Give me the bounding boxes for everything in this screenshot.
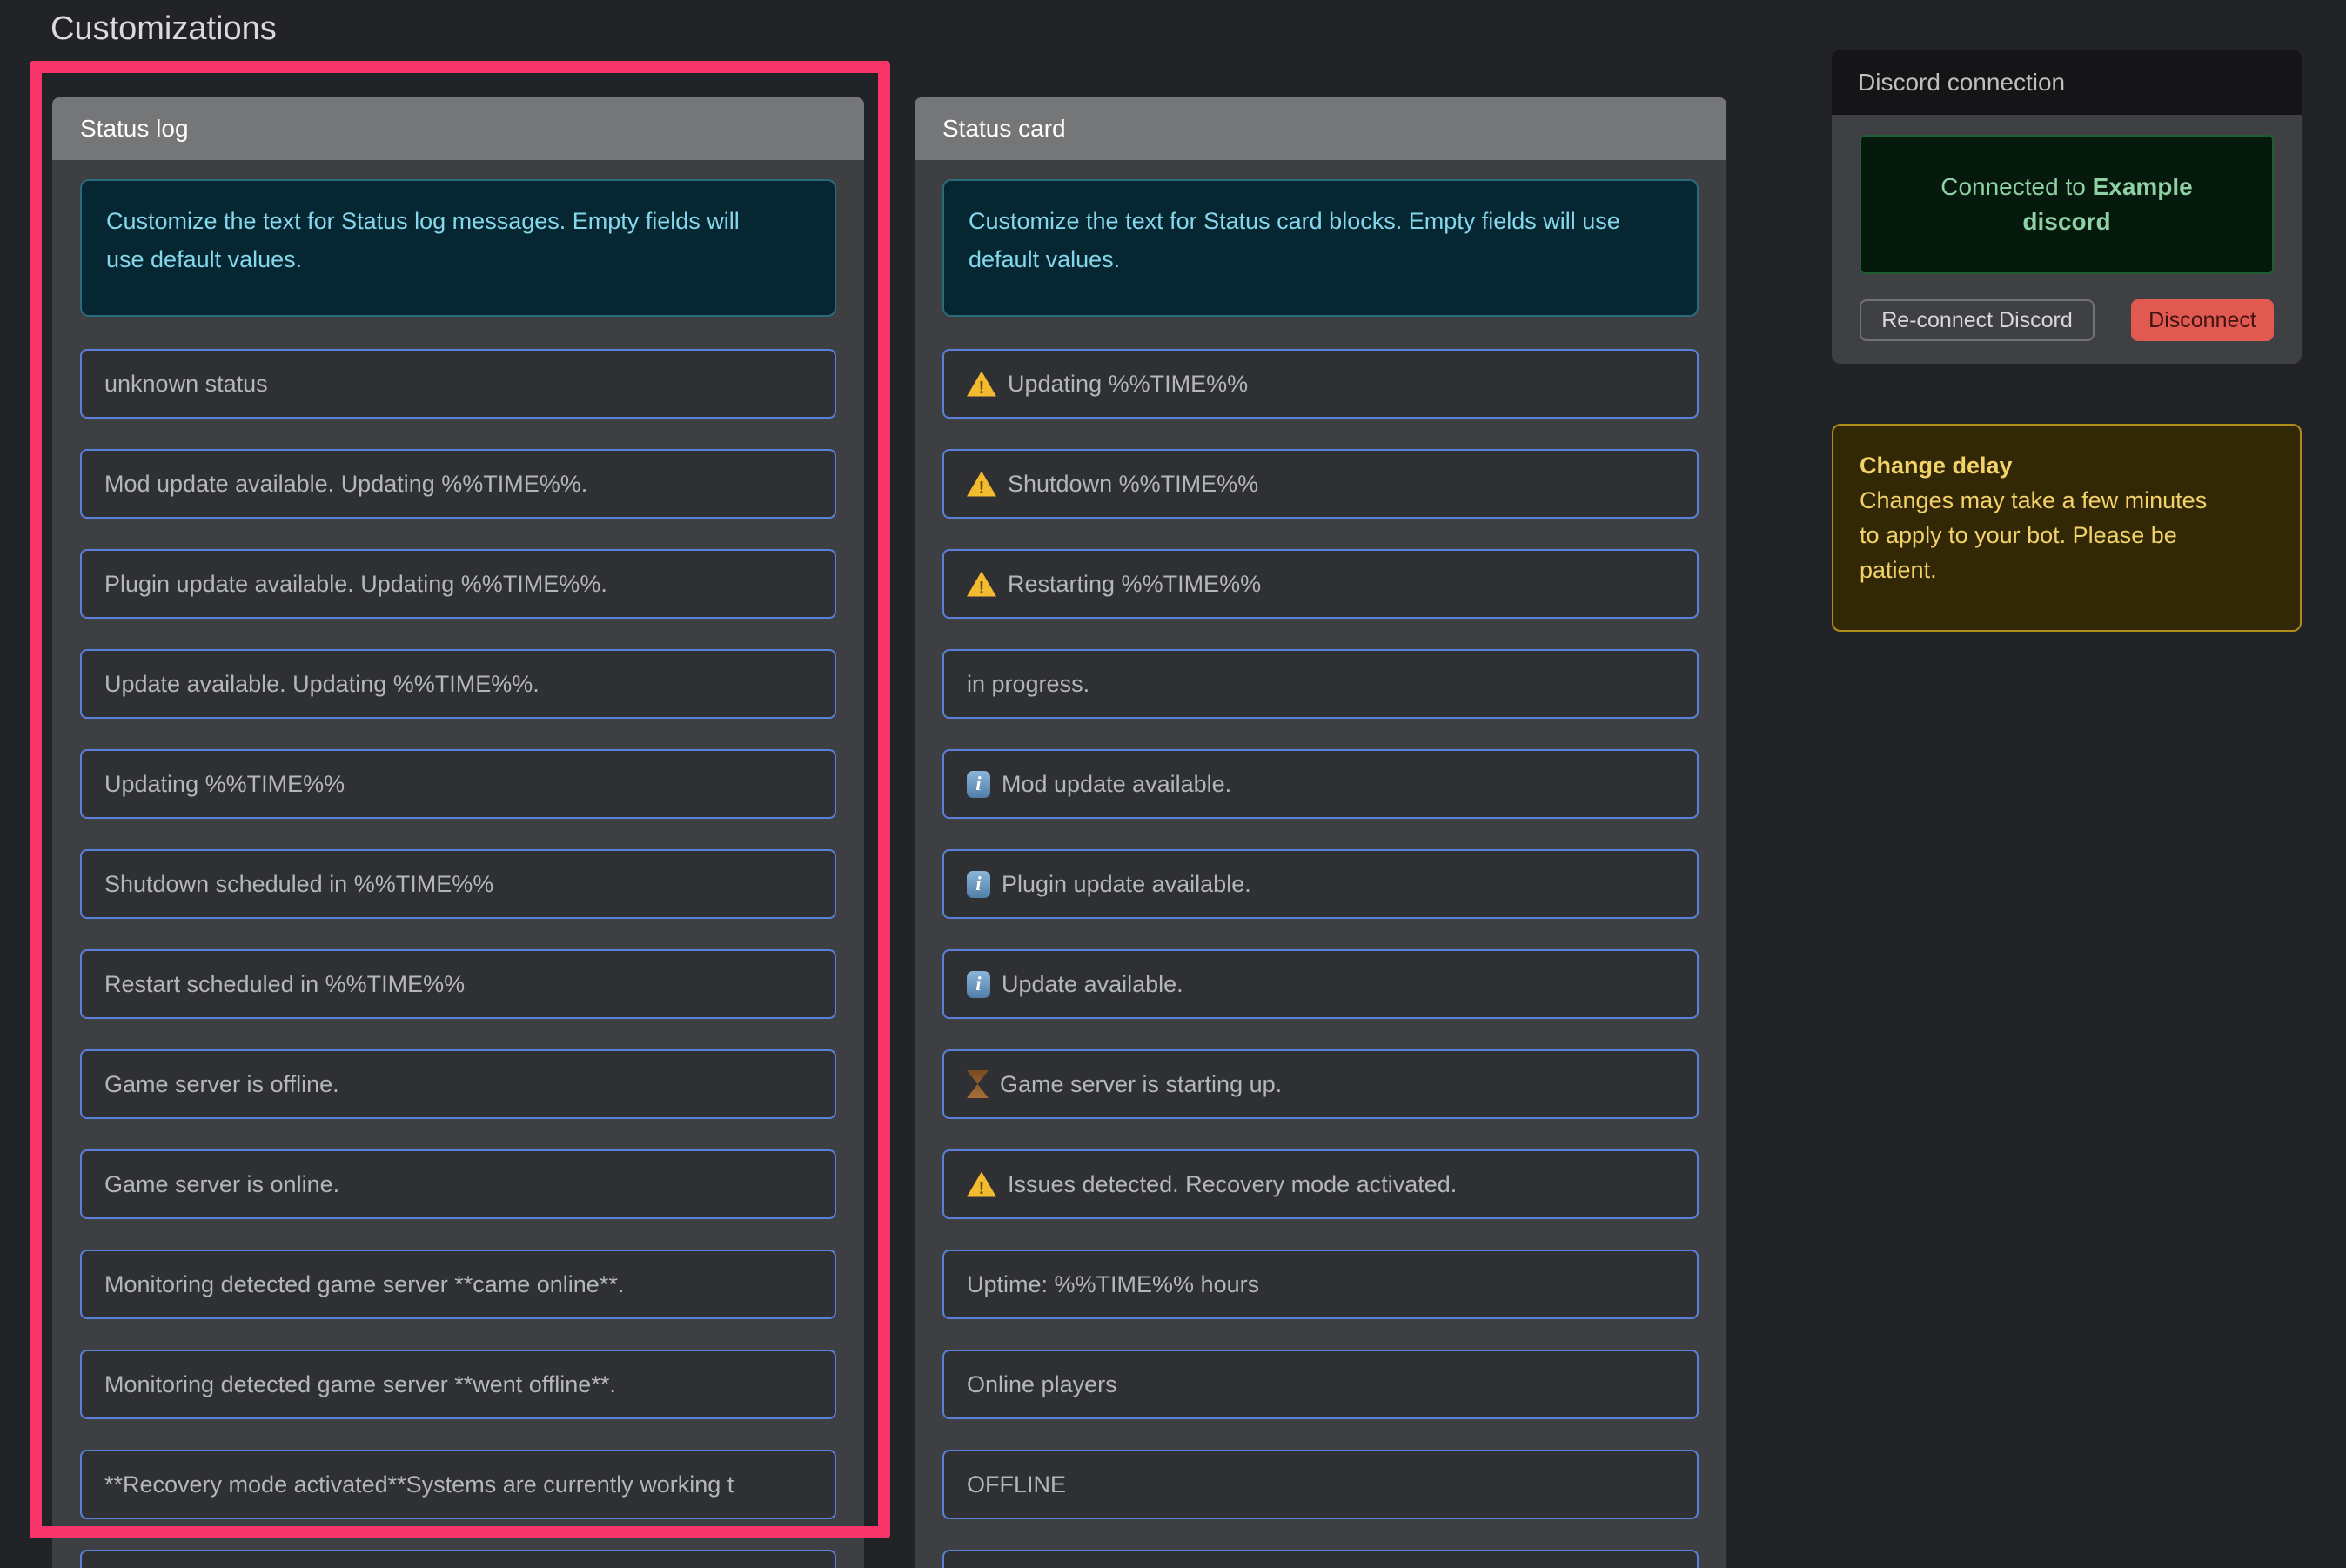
info-icon <box>967 871 990 898</box>
connection-status-text: Connected to Example discord <box>1910 170 2223 239</box>
status-log-field[interactable]: Plugin update available. Updating %%TIME… <box>80 549 836 619</box>
field-text: Update available. Updating %%TIME%%. <box>104 671 540 698</box>
field-text: Restarting %%TIME%% <box>1008 571 1261 598</box>
status-log-field[interactable]: Updating %%TIME%% <box>80 749 836 819</box>
connection-status-box: Connected to Example discord <box>1860 135 2274 274</box>
status-log-panel: Status log Customize the text for Status… <box>52 97 864 1568</box>
status-card-field[interactable]: Online players <box>942 1350 1699 1419</box>
status-card-field[interactable]: Uptime: %%TIME%% hours <box>942 1250 1699 1319</box>
field-text: Game server is online. <box>104 1171 339 1198</box>
field-text: unknown status <box>104 371 268 398</box>
field-text: Game server is starting up. <box>1000 1071 1282 1098</box>
field-text: Plugin update available. <box>1002 871 1251 898</box>
field-text: Online players <box>967 1371 1117 1398</box>
status-log-panel-header: Status log <box>52 97 864 160</box>
status-log-field[interactable]: Game server is offline. <box>80 1049 836 1119</box>
field-text: OFFLINE <box>967 1471 1066 1498</box>
field-text: Uptime: %%TIME%% hours <box>967 1271 1259 1298</box>
field-text: Issues detected. Recovery mode activated… <box>1008 1171 1457 1198</box>
status-card-field[interactable]: Plugin update available. <box>942 849 1699 919</box>
field-text: Plugin update available. Updating %%TIME… <box>104 571 607 598</box>
info-icon <box>967 971 990 998</box>
warning-icon <box>967 472 996 497</box>
status-log-field[interactable]: Mod update available. Updating %%TIME%%. <box>80 449 836 519</box>
status-log-info-box: Customize the text for Status log messag… <box>80 179 836 317</box>
status-log-panel-body: Customize the text for Status log messag… <box>52 160 864 1568</box>
status-card-field[interactable]: Mod update available. <box>942 749 1699 819</box>
reconnect-discord-button[interactable]: Re-connect Discord <box>1860 299 2095 341</box>
field-text: Mod update available. <box>1002 771 1231 798</box>
field-text: Update available. <box>1002 971 1183 998</box>
status-log-field[interactable]: Restart scheduled in %%TIME%% <box>80 949 836 1019</box>
field-text: **Recovery mode activated**Systems are c… <box>104 1471 734 1498</box>
warning-icon <box>967 572 996 597</box>
page-title: Customizations <box>50 10 277 48</box>
hourglass-icon <box>967 1070 989 1098</box>
status-card-info-box: Customize the text for Status card block… <box>942 179 1699 317</box>
warning-icon <box>967 372 996 397</box>
discord-connection-body: Connected to Example discord Re-connect … <box>1832 115 2302 341</box>
status-log-field[interactable]: Monitoring detected game server **went o… <box>80 1350 836 1419</box>
info-icon <box>967 771 990 798</box>
field-text: Shutdown %%TIME%% <box>1008 471 1258 498</box>
change-delay-notice: Change delay Changes may take a few minu… <box>1832 424 2302 632</box>
field-text: Mod update available. Updating %%TIME%%. <box>104 471 587 498</box>
field-text: Monitoring detected game server **came o… <box>104 1271 624 1298</box>
status-log-field[interactable]: Update available. Updating %%TIME%%. <box>80 649 836 719</box>
field-text: Updating %%TIME%% <box>1008 371 1248 398</box>
status-card-panel-header: Status card <box>915 97 1726 160</box>
field-text: Game server is offline. <box>104 1071 339 1098</box>
change-delay-title: Change delay <box>1860 448 2226 483</box>
status-card-field[interactable]: Update available. <box>942 949 1699 1019</box>
status-card-field[interactable]: Restarting %%TIME%% <box>942 549 1699 619</box>
discord-button-row: Re-connect Discord Disconnect <box>1860 299 2274 341</box>
change-delay-body: Changes may take a few minutes to apply … <box>1860 483 2226 587</box>
status-card-field[interactable]: Game server is starting up. <box>942 1049 1699 1119</box>
status-card-field[interactable]: Updating %%TIME%% <box>942 349 1699 419</box>
discord-connection-header: Discord connection <box>1832 50 2302 115</box>
field-text: in progress. <box>967 671 1089 698</box>
status-log-field[interactable]: **Recovery mode activated**Systems are c… <box>80 1450 836 1519</box>
status-log-field[interactable] <box>80 1550 836 1568</box>
field-text: Shutdown scheduled in %%TIME%% <box>104 871 493 898</box>
warning-icon <box>967 1172 996 1197</box>
status-log-field[interactable]: Monitoring detected game server **came o… <box>80 1250 836 1319</box>
status-log-field[interactable]: Game server is online. <box>80 1149 836 1219</box>
status-card-field[interactable]: OFFLINE <box>942 1450 1699 1519</box>
status-log-field[interactable]: Shutdown scheduled in %%TIME%% <box>80 849 836 919</box>
field-text: Updating %%TIME%% <box>104 771 345 798</box>
status-log-field[interactable]: unknown status <box>80 349 836 419</box>
field-text: Monitoring detected game server **went o… <box>104 1371 616 1398</box>
disconnect-button[interactable]: Disconnect <box>2131 299 2274 341</box>
status-card-field[interactable]: Issues detected. Recovery mode activated… <box>942 1149 1699 1219</box>
status-card-panel: Status card Customize the text for Statu… <box>915 97 1726 1568</box>
status-card-field[interactable]: Shutdown %%TIME%% <box>942 449 1699 519</box>
status-card-field[interactable] <box>942 1550 1699 1568</box>
status-card-field[interactable]: in progress. <box>942 649 1699 719</box>
status-card-panel-body: Customize the text for Status card block… <box>915 160 1726 1568</box>
field-text: Restart scheduled in %%TIME%% <box>104 971 465 998</box>
discord-connection-panel: Discord connection Connected to Example … <box>1832 50 2302 364</box>
